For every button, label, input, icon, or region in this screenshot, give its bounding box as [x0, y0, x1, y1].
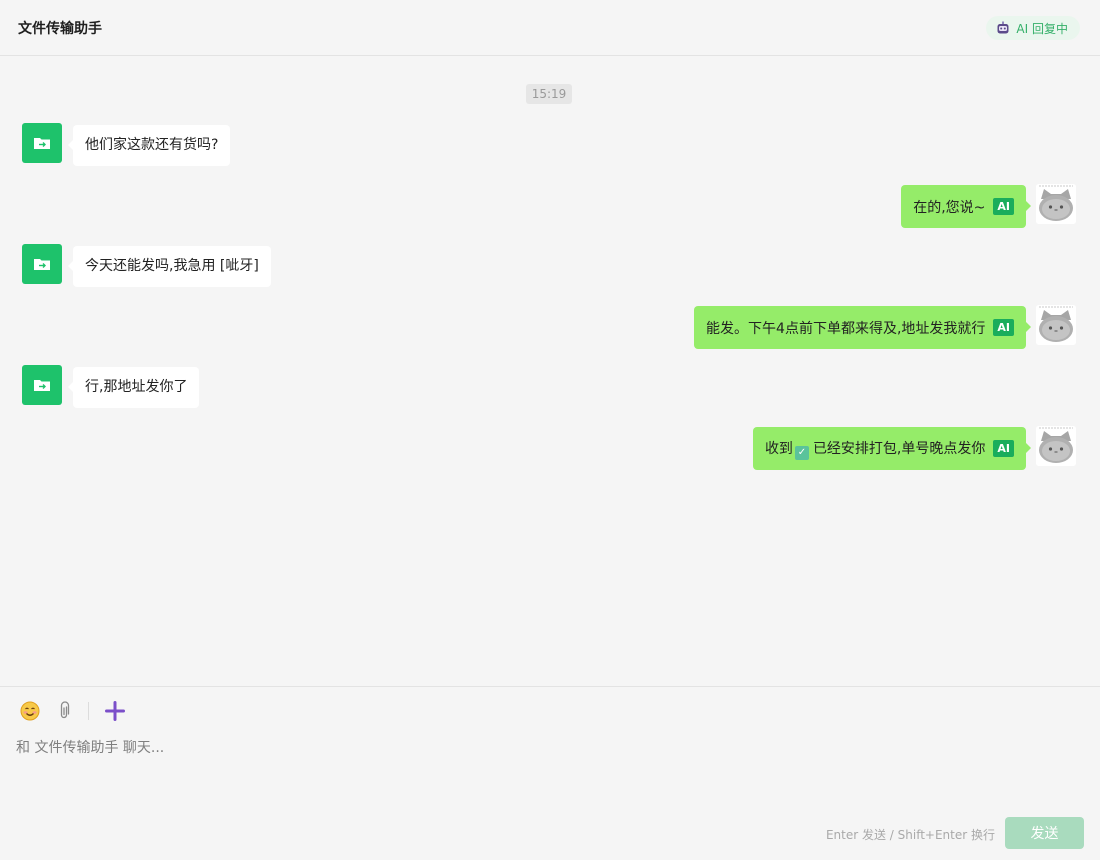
cat-avatar[interactable] [1036, 305, 1076, 345]
incoming-message-bubble[interactable]: 行,那地址发你了 [67, 367, 200, 408]
cat-avatar[interactable] [1036, 426, 1076, 466]
file-transfer-icon [34, 138, 50, 149]
outgoing-message-bubble[interactable]: 收到 ✓ 已经安排打包,单号晚点发你 AI [752, 427, 1032, 470]
message-text: 能发。下午4点前下单都来得及,地址发我就行 [706, 320, 986, 337]
message-text-after: 已经安排打包,单号晚点发你 [812, 440, 986, 457]
emoji-icon [20, 701, 40, 721]
check-mark-icon: ✓ [794, 445, 809, 460]
composer-toolbar [18, 699, 127, 723]
ai-badge: AI [993, 440, 1014, 457]
message-text: 收到 ✓ 已经安排打包,单号晚点发你 [765, 438, 985, 460]
chat-title: 文件传输助手 [18, 21, 102, 37]
attach-button[interactable] [52, 699, 76, 723]
robot-icon [997, 21, 1009, 34]
plus-icon [105, 701, 125, 721]
message-list[interactable]: 15:19 他们家这款还有货吗? 在的,您说~ AI 今天还能发吗,我急用 [呲… [0, 56, 1100, 686]
file-transfer-avatar[interactable] [22, 123, 62, 163]
ai-status-text: AI 回复中 [1016, 21, 1068, 36]
toolbar-divider [88, 702, 89, 720]
file-transfer-avatar[interactable] [22, 365, 62, 405]
cat-avatar-icon [1036, 184, 1076, 224]
ai-badge: AI [993, 319, 1014, 336]
more-button[interactable] [103, 699, 127, 723]
send-shortcut-hint: Enter 发送 / Shift+Enter 换行 [825, 828, 995, 842]
file-transfer-avatar[interactable] [22, 244, 62, 284]
chat-header: 文件传输助手 AI 回复中 [0, 0, 1100, 56]
incoming-message-bubble[interactable]: 今天还能发吗,我急用 [呲牙] [68, 246, 271, 287]
cat-avatar-icon [1036, 426, 1076, 466]
outgoing-message-bubble[interactable]: 在的,您说~ AI [901, 185, 1031, 228]
file-transfer-icon [34, 259, 50, 270]
send-button[interactable]: 发送 [1005, 817, 1084, 849]
ai-status-badge: AI 回复中 [986, 16, 1080, 40]
incoming-message-bubble[interactable]: 他们家这款还有货吗? [67, 125, 231, 166]
ai-badge: AI [993, 198, 1014, 215]
cat-avatar[interactable] [1036, 184, 1076, 224]
paperclip-icon [60, 701, 70, 719]
outgoing-message-bubble[interactable]: 能发。下午4点前下单都来得及,地址发我就行 AI [694, 306, 1031, 349]
file-transfer-icon [34, 380, 50, 391]
message-timestamp: 15:19 [526, 84, 572, 104]
message-composer: Enter 发送 / Shift+Enter 换行 发送 [0, 686, 1100, 860]
emoji-button[interactable] [18, 699, 42, 723]
message-input[interactable] [16, 737, 1084, 813]
message-text-before: 收到 [764, 440, 793, 457]
cat-avatar-icon [1036, 305, 1076, 345]
message-text: 在的,您说~ [913, 199, 986, 216]
chat-window: 文件传输助手 AI 回复中 15:19 他们家这款还有货吗? 在的,您说~ AI… [0, 0, 1100, 860]
